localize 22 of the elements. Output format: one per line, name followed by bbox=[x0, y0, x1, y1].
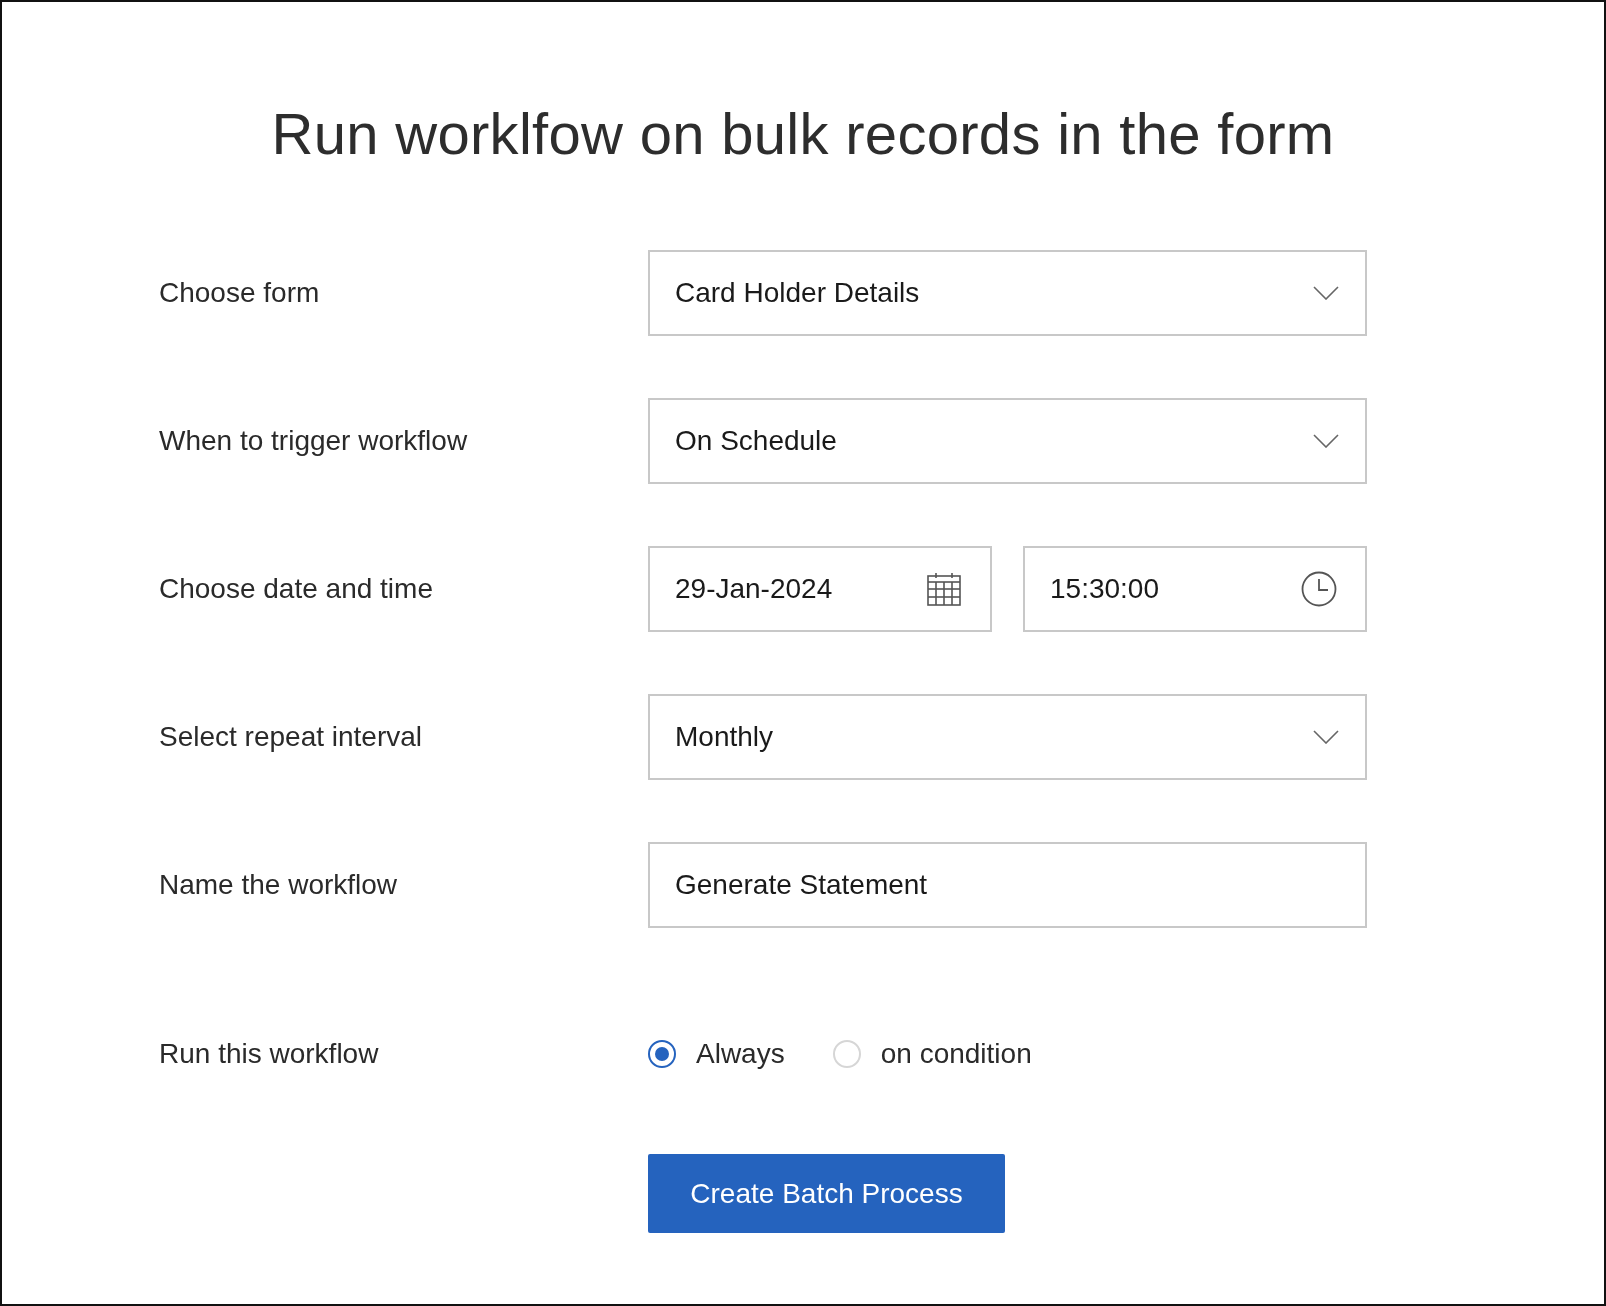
dropdown[interactable]: On Schedule bbox=[648, 398, 1367, 484]
radio-button[interactable] bbox=[648, 1040, 676, 1068]
field-label: When to trigger workflow bbox=[159, 425, 469, 457]
time-field[interactable]: 15:30:00 bbox=[1023, 546, 1367, 632]
field-label: Choose form bbox=[159, 277, 321, 309]
chevron-down-icon bbox=[1313, 730, 1339, 744]
create-batch-process-button[interactable]: Create Batch Process bbox=[648, 1154, 1005, 1233]
field-label: Choose date and time bbox=[159, 573, 434, 605]
chevron-down-icon bbox=[1313, 434, 1339, 448]
clock-icon bbox=[1301, 571, 1337, 607]
page-title: Run worklfow on bulk records in the form bbox=[270, 100, 1336, 154]
calendar-icon bbox=[926, 571, 962, 607]
radio-label: Always bbox=[696, 1038, 785, 1070]
field-label: Name the workflow bbox=[159, 869, 399, 901]
field-label: Select repeat interval bbox=[159, 721, 424, 753]
dropdown[interactable]: Monthly bbox=[648, 694, 1367, 780]
dropdown[interactable]: Card Holder Details bbox=[648, 250, 1367, 336]
date-field[interactable]: 29-Jan-2024 bbox=[648, 546, 992, 632]
input-field[interactable]: Generate Statement bbox=[648, 842, 1367, 928]
chevron-down-icon bbox=[1313, 286, 1339, 300]
radio-label: on condition bbox=[880, 1038, 1032, 1070]
field-label: Run this workflow bbox=[159, 1038, 380, 1070]
